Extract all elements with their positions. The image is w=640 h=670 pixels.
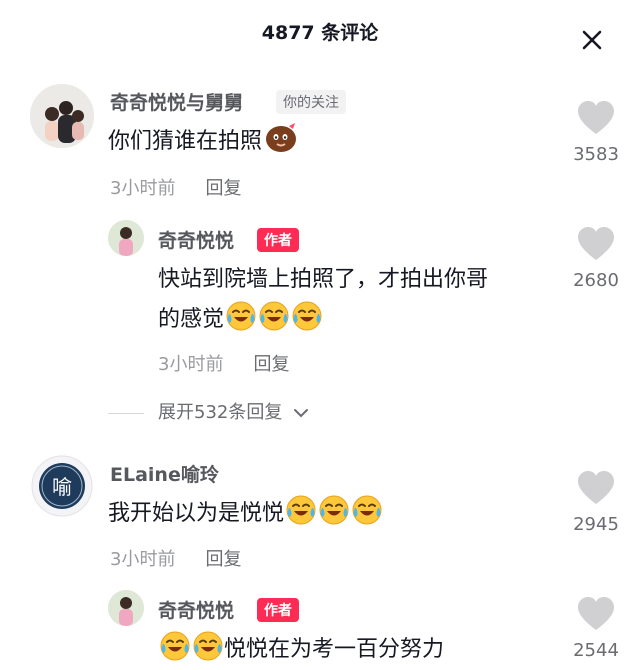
like-count: 2680 <box>573 270 619 291</box>
heart-icon <box>576 596 616 632</box>
close-icon <box>582 30 602 50</box>
comment-time: 3小时前 <box>110 549 176 570</box>
chevron-down-icon <box>294 409 309 418</box>
laugh-cry-emoji-icon <box>192 630 224 662</box>
reply-text-line1: 快站到院墙上拍照了，才拍出你哥 <box>158 267 489 292</box>
reply-text-content: 的感觉 <box>158 307 225 332</box>
heart-icon <box>576 226 616 262</box>
reply-text-content: 悦悦在为考一百分努力 <box>224 637 445 662</box>
avatar[interactable] <box>108 220 144 256</box>
like-button[interactable]: 2945 <box>561 470 631 535</box>
comment-username[interactable]: 奇奇悦悦与舅舅 <box>110 88 243 115</box>
comment-time: 3小时前 <box>110 178 176 199</box>
reply-text: 悦悦在为考一百分努力 <box>158 630 444 670</box>
heart-icon <box>576 470 616 506</box>
comment-text-content: 你们猜谁在拍照 <box>108 129 263 154</box>
author-badge: 作者 <box>257 228 299 252</box>
avatar[interactable]: 喻 <box>30 454 94 518</box>
laugh-cry-emoji-icon <box>258 300 290 332</box>
avatar[interactable] <box>108 590 144 626</box>
laugh-cry-emoji-icon <box>291 300 323 332</box>
reply-username[interactable]: 奇奇悦悦 <box>158 596 234 623</box>
comment-username[interactable]: ELaine喻玲 <box>110 460 219 487</box>
like-button[interactable]: 2544 <box>561 596 631 661</box>
avatar[interactable] <box>30 84 94 148</box>
comment-text: 你们猜谁在拍照 <box>108 122 299 162</box>
heart-icon <box>576 100 616 136</box>
like-button[interactable]: 3583 <box>561 100 631 165</box>
reply-time: 3小时前 <box>158 354 224 375</box>
laugh-cry-emoji-icon <box>159 630 191 662</box>
reply-meta: 3小时前 回复 <box>158 350 289 376</box>
reply-button[interactable]: 回复 <box>205 549 241 570</box>
comment-meta: 3小时前 回复 <box>110 545 241 571</box>
laugh-cry-emoji-icon <box>225 300 257 332</box>
like-count: 3583 <box>573 144 619 165</box>
close-button[interactable] <box>576 24 608 56</box>
like-count: 2945 <box>573 514 619 535</box>
expand-replies-button[interactable]: 展开532条回复 <box>108 398 310 423</box>
laugh-cry-emoji-icon <box>351 494 383 526</box>
comment-count-title: 4877 条评论 <box>261 22 379 44</box>
following-badge: 你的关注 <box>276 90 346 114</box>
comment-text-content: 我开始以为是悦悦 <box>108 501 285 526</box>
expand-divider <box>108 412 144 414</box>
avatar-letter: 喻 <box>52 475 72 499</box>
author-badge: 作者 <box>257 598 299 622</box>
like-button[interactable]: 2680 <box>561 226 631 291</box>
comments-header: 4877 条评论 <box>0 0 640 72</box>
comment-meta: 3小时前 回复 <box>110 174 241 200</box>
laugh-cry-emoji-icon <box>318 494 350 526</box>
reply-button[interactable]: 回复 <box>253 354 289 375</box>
laugh-cry-emoji-icon <box>285 494 317 526</box>
bean-face-emoji-icon <box>263 122 299 154</box>
expand-replies-label: 展开532条回复 <box>158 402 283 423</box>
reply-button[interactable]: 回复 <box>205 178 241 199</box>
reply-username[interactable]: 奇奇悦悦 <box>158 226 234 253</box>
like-count: 2544 <box>573 640 619 661</box>
comment-text: 我开始以为是悦悦 <box>108 494 383 534</box>
reply-text-line2: 的感觉 <box>158 300 323 340</box>
